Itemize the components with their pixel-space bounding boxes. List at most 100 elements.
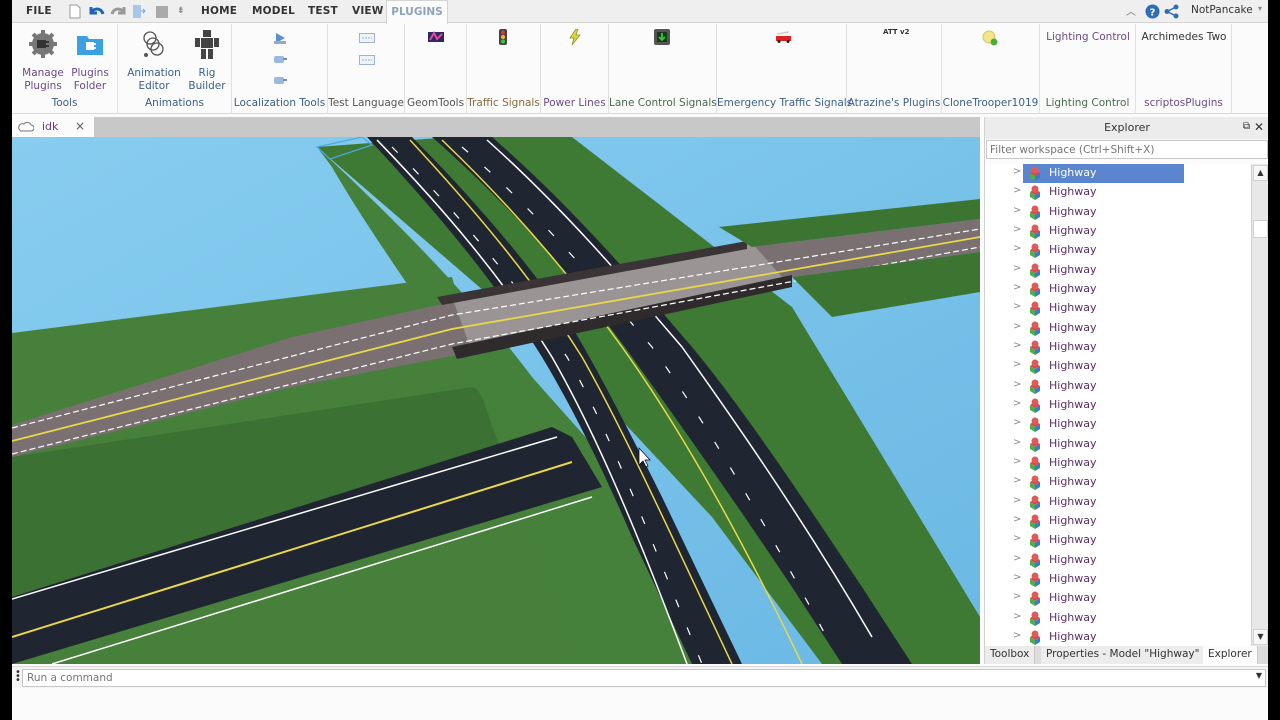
test-language-icon[interactable]	[359, 32, 375, 44]
publish-icon[interactable]	[132, 4, 146, 19]
scroll-up-icon[interactable]: ▲	[1253, 165, 1268, 181]
help-icon[interactable]: ?	[1145, 4, 1160, 19]
expand-chevron-icon[interactable]: >	[1013, 379, 1021, 390]
explorer-item[interactable]: > Highway	[985, 377, 1251, 396]
tab-plugins[interactable]: PLUGINS	[386, 0, 448, 24]
lighting-control-button[interactable]: Lighting Control	[1040, 31, 1136, 44]
expand-chevron-icon[interactable]: >	[1013, 321, 1021, 332]
collapse-ribbon-icon[interactable]: ︿	[1126, 3, 1136, 18]
expand-chevron-icon[interactable]: >	[1013, 166, 1021, 177]
expand-chevron-icon[interactable]: >	[1013, 301, 1021, 312]
lane-control-arrow-icon[interactable]	[654, 29, 670, 45]
explorer-item[interactable]: > Highway	[985, 299, 1251, 318]
expand-chevron-icon[interactable]: >	[1013, 611, 1021, 622]
run-command-input[interactable]	[22, 669, 1266, 687]
customize-quick-access-icon[interactable]: ⇟	[177, 6, 185, 16]
expand-chevron-icon[interactable]: >	[1013, 398, 1021, 409]
lightning-bolt-icon[interactable]	[568, 29, 582, 45]
explorer-item[interactable]: > Highway	[985, 241, 1251, 260]
scroll-down-icon[interactable]: ▼	[1253, 629, 1268, 645]
tab-explorer[interactable]: Explorer	[1203, 646, 1258, 664]
expand-chevron-icon[interactable]: >	[1013, 340, 1021, 351]
explorer-item[interactable]: > Highway	[985, 628, 1251, 646]
expand-chevron-icon[interactable]: >	[1013, 359, 1021, 370]
lightbulb-icon[interactable]	[982, 30, 998, 46]
new-file-icon[interactable]	[68, 4, 82, 19]
expand-chevron-icon[interactable]: >	[1013, 630, 1021, 641]
test-language-reset-icon[interactable]	[359, 54, 375, 66]
explorer-item[interactable]: > Highway	[985, 493, 1251, 512]
user-name[interactable]: NotPancake	[1191, 4, 1253, 16]
document-tab-idk[interactable]: idk ×	[12, 117, 94, 137]
expand-chevron-icon[interactable]: >	[1013, 553, 1021, 564]
stop-icon[interactable]	[155, 4, 169, 19]
expand-chevron-icon[interactable]: >	[1013, 456, 1021, 467]
explorer-item[interactable]: > Highway	[985, 531, 1251, 550]
expand-chevron-icon[interactable]: >	[1013, 533, 1021, 544]
att-v2-icon[interactable]: ATT v2	[883, 29, 909, 36]
expand-chevron-icon[interactable]: >	[1013, 417, 1021, 428]
rig-builder-button[interactable]: Rig Builder	[188, 29, 226, 93]
localization-import-icon[interactable]	[273, 74, 287, 86]
tab-properties[interactable]: Properties - Model "Highway"	[1041, 646, 1206, 664]
explorer-item[interactable]: > Highway	[985, 164, 1251, 183]
expand-chevron-icon[interactable]: >	[1013, 495, 1021, 506]
explorer-item[interactable]: > Highway	[985, 222, 1251, 241]
tab-toolbox[interactable]: Toolbox	[985, 646, 1036, 664]
undo-icon[interactable]	[88, 4, 105, 19]
tab-home[interactable]: HOME	[201, 5, 237, 17]
explorer-item[interactable]: > Highway	[985, 415, 1251, 434]
explorer-item[interactable]: > Highway	[985, 609, 1251, 628]
file-menu[interactable]: FILE	[26, 5, 52, 17]
scroll-thumb[interactable]	[1253, 220, 1268, 238]
expand-chevron-icon[interactable]: >	[1013, 205, 1021, 216]
explorer-scrollbar[interactable]: ▲ ▼	[1251, 164, 1269, 646]
expand-chevron-icon[interactable]: >	[1013, 282, 1021, 293]
fire-truck-icon[interactable]	[774, 31, 792, 43]
drag-handle-icon[interactable]: • • •	[15, 668, 21, 686]
explorer-item[interactable]: > Highway	[985, 261, 1251, 280]
expand-chevron-icon[interactable]: >	[1013, 263, 1021, 274]
expand-chevron-icon[interactable]: >	[1013, 475, 1021, 486]
geomtools-icon[interactable]	[428, 31, 444, 43]
explorer-item[interactable]: > Highway	[985, 512, 1251, 531]
explorer-item[interactable]: > Highway	[985, 589, 1251, 608]
explorer-item[interactable]: > Highway	[985, 183, 1251, 202]
explorer-item[interactable]: > Highway	[985, 357, 1251, 376]
localization-export-icon[interactable]	[273, 53, 287, 65]
share-icon[interactable]	[1164, 4, 1179, 19]
tab-model[interactable]: MODEL	[252, 5, 295, 17]
plugins-folder-button[interactable]: Plugins Folder	[70, 29, 110, 93]
filter-workspace-input[interactable]	[986, 140, 1268, 159]
expand-chevron-icon[interactable]: >	[1013, 224, 1021, 235]
expand-chevron-icon[interactable]: >	[1013, 591, 1021, 602]
explorer-item[interactable]: > Highway	[985, 454, 1251, 473]
expand-chevron-icon[interactable]: >	[1013, 514, 1021, 525]
explorer-item[interactable]: > Highway	[985, 435, 1251, 454]
explorer-item[interactable]: > Highway	[985, 338, 1251, 357]
expand-chevron-icon[interactable]: >	[1013, 572, 1021, 583]
redo-icon[interactable]	[110, 4, 127, 19]
animation-editor-button[interactable]: Animation Editor	[126, 29, 182, 93]
user-dropdown-icon[interactable]: ▾	[1258, 4, 1262, 13]
expand-chevron-icon[interactable]: >	[1013, 437, 1021, 448]
command-history-dropdown-icon[interactable]: ▼	[1256, 671, 1262, 680]
archimedes-two-button[interactable]: Archimedes Two	[1136, 31, 1232, 44]
tab-view[interactable]: VIEW	[352, 5, 384, 17]
localization-upload-icon[interactable]	[273, 32, 287, 44]
explorer-item[interactable]: > Highway	[985, 551, 1251, 570]
explorer-item[interactable]: > Highway	[985, 319, 1251, 338]
explorer-item[interactable]: > Highway	[985, 203, 1251, 222]
explorer-item[interactable]: > Highway	[985, 570, 1251, 589]
expand-chevron-icon[interactable]: >	[1013, 243, 1021, 254]
explorer-item[interactable]: > Highway	[985, 473, 1251, 492]
expand-chevron-icon[interactable]: >	[1013, 185, 1021, 196]
explorer-item[interactable]: > Highway	[985, 396, 1251, 415]
float-panel-icon[interactable]: ⧉	[1243, 121, 1250, 132]
manage-plugins-button[interactable]: Manage Plugins	[22, 29, 64, 93]
traffic-light-icon[interactable]	[497, 29, 509, 45]
close-panel-icon[interactable]: ✕	[1254, 120, 1264, 134]
close-tab-icon[interactable]: ×	[75, 119, 85, 133]
explorer-item[interactable]: > Highway	[985, 280, 1251, 299]
3d-viewport[interactable]	[12, 137, 980, 664]
